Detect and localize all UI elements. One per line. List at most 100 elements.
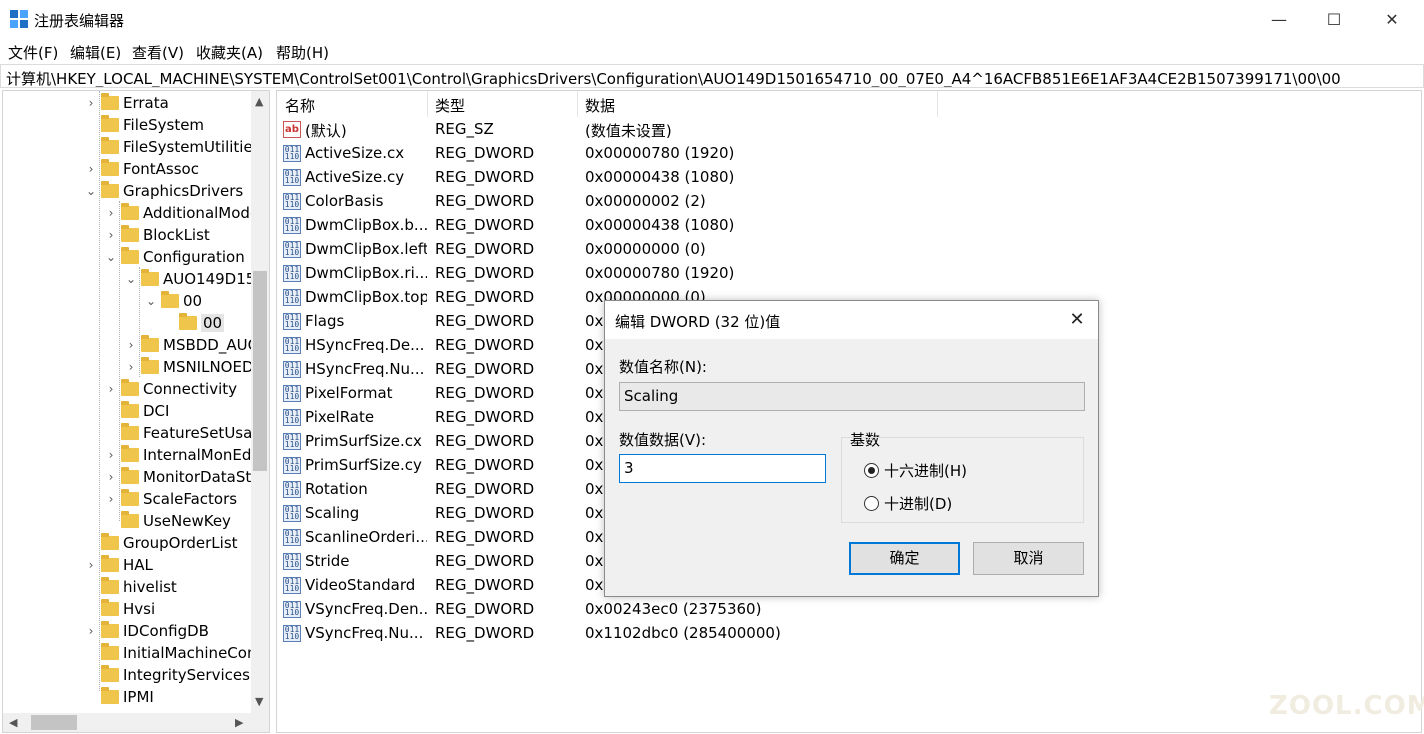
- minimize-button[interactable]: —: [1250, 0, 1308, 38]
- value-name[interactable]: VideoStandard: [305, 576, 427, 594]
- tree-item-label[interactable]: Hvsi: [123, 600, 155, 618]
- tree-item[interactable]: › MonitorDataStore: [105, 466, 269, 488]
- tree-item-label[interactable]: BlockList: [143, 226, 210, 244]
- radio-checked-icon[interactable]: [864, 463, 879, 478]
- chevron-right-icon[interactable]: ›: [105, 493, 117, 505]
- value-row[interactable]: 011 110 VSyncFreq.Nu... REG_DWORD 0x1102dbc0…: [277, 622, 1417, 646]
- chevron-right-icon[interactable]: ›: [105, 449, 117, 461]
- tree-item-label[interactable]: GraphicsDrivers: [123, 182, 243, 200]
- tree-item-label[interactable]: FileSystemUtilities: [123, 138, 261, 156]
- scroll-right-icon[interactable]: ▶: [235, 716, 243, 729]
- column-header-name[interactable]: 名称: [285, 95, 315, 116]
- tree-item[interactable]: GroupOrderList: [85, 532, 238, 554]
- tree-vertical-scroll-thumb[interactable]: [253, 271, 267, 471]
- chevron-right-icon[interactable]: ›: [105, 207, 117, 219]
- tree-item-label[interactable]: UseNewKey: [143, 512, 231, 530]
- value-name[interactable]: (默认): [305, 120, 427, 141]
- tree-item[interactable]: ⌄ Configuration: [105, 246, 245, 268]
- tree-item[interactable]: › Errata: [85, 92, 169, 114]
- cancel-button[interactable]: 取消: [973, 542, 1084, 575]
- value-row[interactable]: 011 110 ActiveSize.cy REG_DWORD 0x00000438 (…: [277, 166, 1417, 190]
- tree-item-label[interactable]: GroupOrderList: [123, 534, 238, 552]
- tree-item[interactable]: ⌄ 00: [145, 290, 202, 312]
- tree-item[interactable]: › ScaleFactors: [105, 488, 237, 510]
- value-name[interactable]: ActiveSize.cy: [305, 168, 427, 186]
- tree-item[interactable]: Hvsi: [85, 598, 155, 620]
- value-name[interactable]: ScanlineOrderi...: [305, 528, 427, 546]
- tree-item-label[interactable]: Configuration: [143, 248, 245, 266]
- value-name[interactable]: PrimSurfSize.cy: [305, 456, 427, 474]
- tree-item[interactable]: › IDConfigDB: [85, 620, 209, 642]
- scroll-left-icon[interactable]: ◀: [9, 716, 17, 729]
- tree-item-label[interactable]: IDConfigDB: [123, 622, 209, 640]
- tree-horizontal-scrollbar[interactable]: ◀ ▶: [3, 713, 269, 732]
- menu-view[interactable]: 查看(V): [132, 42, 184, 63]
- maximize-button[interactable]: ☐: [1305, 0, 1363, 38]
- tree-item-label[interactable]: FontAssoc: [123, 160, 199, 178]
- hex-radio-label[interactable]: 十六进制(H): [884, 460, 967, 481]
- tree-horizontal-scroll-thumb[interactable]: [31, 715, 77, 730]
- chevron-down-icon[interactable]: ⌄: [125, 273, 137, 285]
- value-data-input[interactable]: 3: [619, 454, 826, 483]
- value-row[interactable]: 011 110 VSyncFreq.Den... REG_DWORD 0x00243ec…: [277, 598, 1417, 622]
- chevron-right-icon[interactable]: ›: [125, 339, 137, 351]
- menu-file[interactable]: 文件(F): [8, 42, 58, 63]
- tree-item-label[interactable]: InitialMachineConfig: [123, 644, 269, 662]
- tree-item[interactable]: FeatureSetUsage: [105, 422, 269, 444]
- value-name[interactable]: PrimSurfSize.cx: [305, 432, 427, 450]
- value-name[interactable]: Rotation: [305, 480, 427, 498]
- value-name[interactable]: Flags: [305, 312, 427, 330]
- column-header-type[interactable]: 类型: [435, 95, 465, 116]
- chevron-right-icon[interactable]: ›: [85, 163, 97, 175]
- dec-radio-label[interactable]: 十进制(D): [884, 493, 952, 514]
- value-row[interactable]: 011 110 ColorBasis REG_DWORD 0x00000002 (2): [277, 190, 1417, 214]
- tree-item[interactable]: ›AdditionalModeLists: [105, 202, 269, 224]
- radio-unchecked-icon[interactable]: [864, 496, 879, 511]
- value-name[interactable]: HSyncFreq.Nu...: [305, 360, 427, 378]
- chevron-right-icon[interactable]: ›: [105, 383, 117, 395]
- tree-item[interactable]: › HAL: [85, 554, 153, 576]
- value-name[interactable]: PixelRate: [305, 408, 427, 426]
- scroll-up-icon[interactable]: ▲: [255, 95, 263, 108]
- tree-item-label[interactable]: InternalMonEdid: [143, 446, 265, 464]
- tree-item-label[interactable]: ScaleFactors: [143, 490, 237, 508]
- value-name[interactable]: DwmClipBox.top: [305, 288, 427, 306]
- chevron-down-icon[interactable]: ⌄: [105, 251, 117, 263]
- tree-item[interactable]: 00: [163, 312, 225, 334]
- tree-item-label[interactable]: 00: [201, 314, 225, 332]
- value-name[interactable]: DwmClipBox.ri...: [305, 264, 427, 282]
- menu-favorites[interactable]: 收藏夹(A): [196, 42, 263, 63]
- tree-item[interactable]: UseNewKey: [105, 510, 231, 532]
- value-name[interactable]: Stride: [305, 552, 427, 570]
- value-name[interactable]: HSyncFreq.De...: [305, 336, 427, 354]
- tree-item-label[interactable]: IPMI: [123, 688, 154, 706]
- tree-item-label[interactable]: Connectivity: [143, 380, 237, 398]
- tree-item-label[interactable]: 00: [183, 292, 202, 310]
- value-name[interactable]: DwmClipBox.b...: [305, 216, 427, 234]
- value-name[interactable]: VSyncFreq.Nu...: [305, 624, 427, 642]
- dialog-close-icon[interactable]: ✕: [1063, 307, 1091, 333]
- hex-radio[interactable]: 十六进制(H): [864, 460, 967, 481]
- value-row[interactable]: 011 110 DwmClipBox.b... REG_DWORD 0x00000438…: [277, 214, 1417, 238]
- tree-item[interactable]: InitialMachineConfig: [85, 642, 269, 664]
- value-name[interactable]: Scaling: [305, 504, 427, 522]
- value-name[interactable]: DwmClipBox.left: [305, 240, 427, 258]
- close-button[interactable]: ✕: [1363, 0, 1421, 38]
- tree-item[interactable]: FileSystem: [85, 114, 204, 136]
- tree-item[interactable]: › InternalMonEdid: [105, 444, 265, 466]
- tree-item[interactable]: › FontAssoc: [85, 158, 199, 180]
- value-row[interactable]: 011 110 DwmClipBox.ri... REG_DWORD 0x0000078…: [277, 262, 1417, 286]
- value-name[interactable]: PixelFormat: [305, 384, 427, 402]
- tree-item-label[interactable]: FileSystem: [123, 116, 204, 134]
- tree-item[interactable]: ›MSBDD_AUO149D: [125, 334, 269, 356]
- column-separator[interactable]: [937, 91, 938, 117]
- chevron-right-icon[interactable]: ›: [125, 361, 137, 373]
- chevron-down-icon[interactable]: ⌄: [145, 295, 157, 307]
- value-name[interactable]: ActiveSize.cx: [305, 144, 427, 162]
- column-header-data[interactable]: 数据: [585, 95, 615, 116]
- tree-item[interactable]: › Connectivity: [105, 378, 237, 400]
- tree-item[interactable]: ⌄AUO149D1501654710: [125, 268, 269, 290]
- chevron-right-icon[interactable]: ›: [85, 625, 97, 637]
- value-row[interactable]: ab (默认) REG_SZ (数值未设置): [277, 118, 1417, 142]
- tree-item-label[interactable]: Errata: [123, 94, 169, 112]
